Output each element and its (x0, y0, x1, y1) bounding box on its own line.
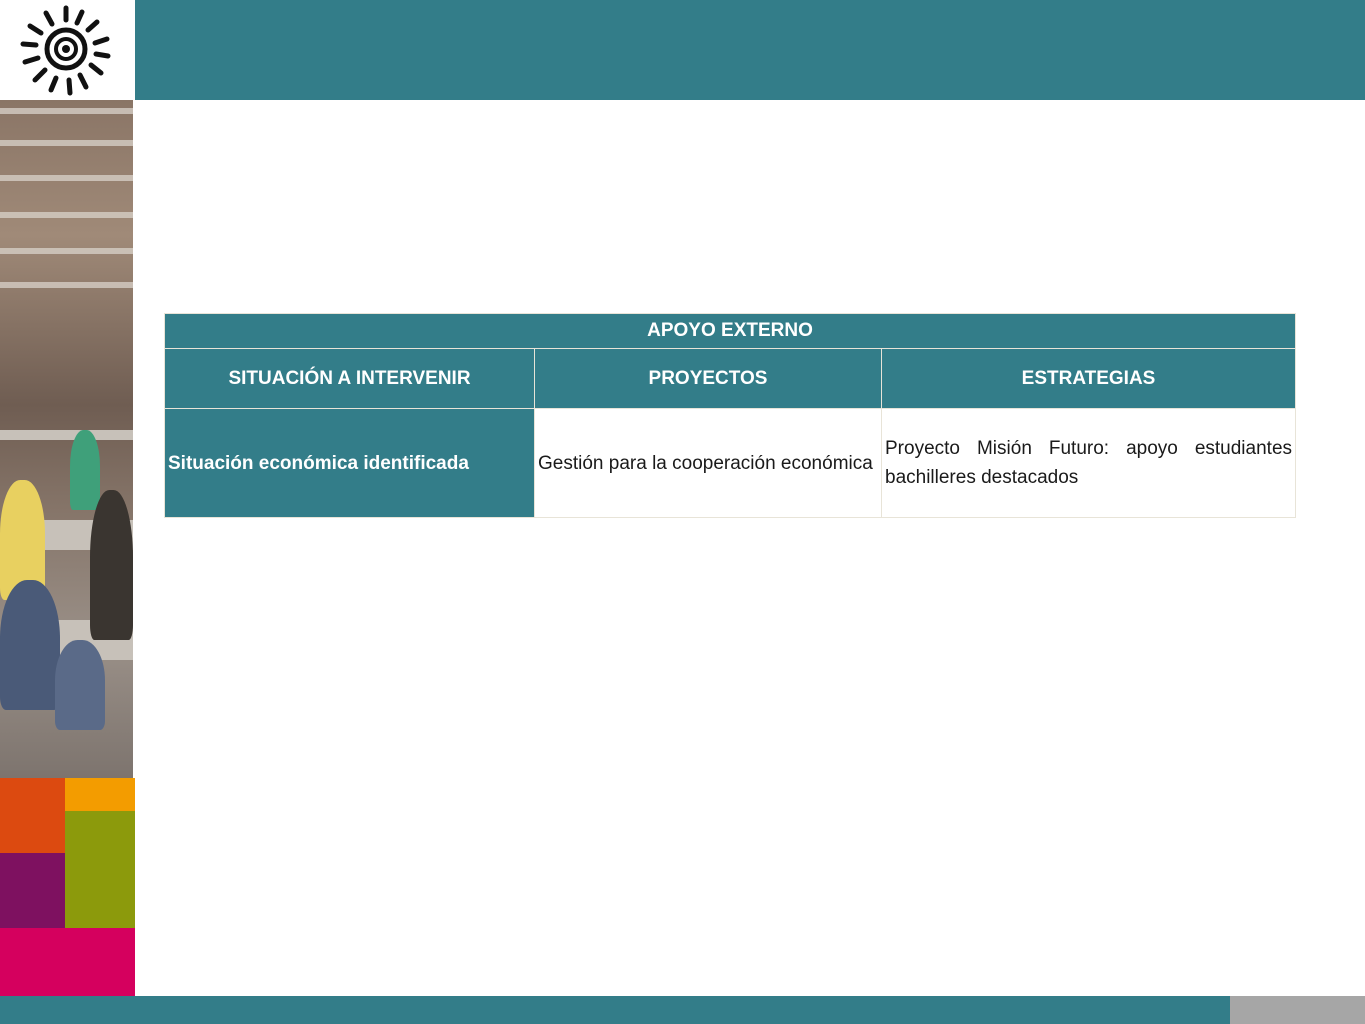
header-bar (135, 0, 1365, 100)
support-table: APOYO EXTERNO SITUACIÓN A INTERVENIR PRO… (163, 313, 1297, 518)
sun-spiral-icon (20, 5, 111, 96)
cell-situacion: Situación económica identificada (164, 408, 535, 518)
logo (0, 0, 135, 100)
cell-proyectos: Gestión para la cooperación económica (534, 408, 882, 518)
column-header-estrategias: ESTRATEGIAS (880, 348, 1297, 409)
table-row: Situación económica identificada Gestión… (164, 408, 1297, 518)
color-block-orange (65, 778, 135, 811)
table-header-row: APOYO EXTERNO (163, 313, 1297, 349)
table-column-headers: SITUACIÓN A INTERVENIR PROYECTOS ESTRATE… (164, 348, 1297, 409)
students-library-photo (0, 100, 133, 778)
footer-bar (0, 996, 1230, 1024)
color-block-magenta (0, 928, 135, 996)
cell-estrategias: Proyecto Misión Futuro: apoyo estudiante… (880, 408, 1297, 518)
table-title: APOYO EXTERNO (163, 313, 1297, 349)
column-header-situacion: SITUACIÓN A INTERVENIR (164, 348, 535, 409)
footer-gray-block (1230, 996, 1365, 1024)
column-header-proyectos: PROYECTOS (534, 348, 882, 409)
color-block-orange-red (0, 778, 65, 853)
color-block-olive (65, 811, 135, 928)
color-block-purple (0, 853, 65, 928)
